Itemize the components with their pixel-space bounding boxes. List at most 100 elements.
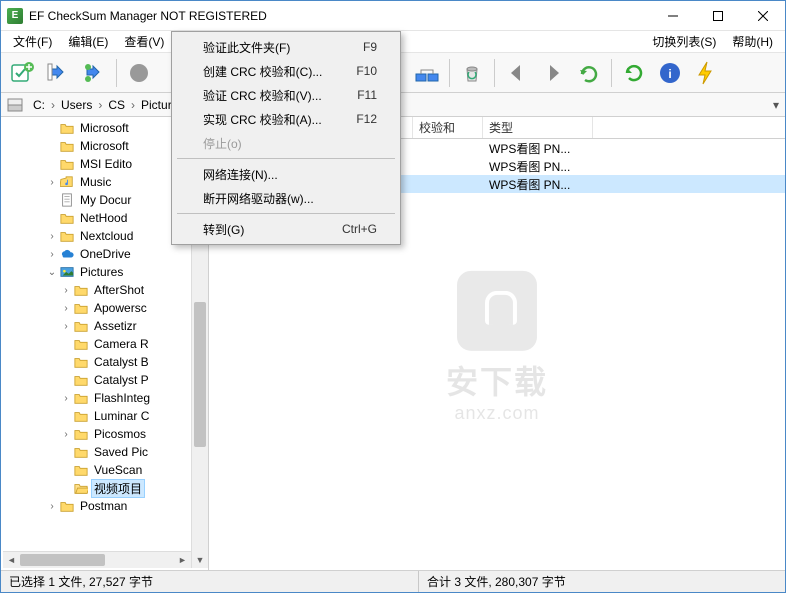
statusbar: 已选择 1 文件, 27,527 字节 合计 3 文件, 280,307 字节	[1, 570, 785, 592]
tree-item-label: MSI Edito	[77, 156, 135, 172]
tree-item[interactable]: ›Microsoft	[3, 137, 191, 155]
menu-item[interactable]: 帮助(H)	[724, 31, 781, 52]
close-button[interactable]	[740, 1, 785, 31]
folder-icon	[73, 282, 89, 298]
maximize-button[interactable]	[695, 1, 740, 31]
tree-item[interactable]: ›My Docur	[3, 191, 191, 209]
tree-item[interactable]: › Apowersc	[3, 299, 191, 317]
watermark: 安下载 anxz.com	[446, 270, 548, 423]
tree-item[interactable]: ›Luminar C	[3, 407, 191, 425]
tree-item[interactable]: ›Saved Pic	[3, 443, 191, 461]
pathbar-dropdown-icon[interactable]: ▾	[767, 98, 785, 112]
folder-open-icon	[73, 480, 89, 496]
tree-item[interactable]: ›Postman	[3, 497, 191, 515]
folder-icon	[73, 354, 89, 370]
folder-icon	[73, 336, 89, 352]
folder-icon	[73, 318, 89, 334]
breadcrumb-item[interactable]: Users	[57, 93, 96, 116]
tree-item[interactable]: ›Catalyst B	[3, 353, 191, 371]
app-icon: E	[7, 8, 23, 24]
chevron-right-icon[interactable]: ›	[59, 321, 73, 332]
chevron-right-icon[interactable]: ›	[45, 177, 59, 188]
tree-item[interactable]: ›视频项目	[3, 479, 191, 497]
back-button[interactable]	[500, 56, 534, 90]
column-header[interactable]: 类型	[483, 117, 593, 138]
breadcrumb-item[interactable]: C:	[29, 93, 49, 116]
tree-item[interactable]: ›NetHood	[3, 209, 191, 227]
folder-icon	[59, 498, 75, 514]
folder-icon	[73, 462, 89, 478]
status-left: 已选择 1 文件, 27,527 字节	[1, 571, 419, 592]
chevron-right-icon[interactable]: ›	[59, 429, 73, 440]
column-header[interactable]: 校验和	[413, 117, 483, 138]
menu-item[interactable]: 切换列表(S)	[644, 31, 724, 52]
tree-item[interactable]: ›FlashInteg	[3, 389, 191, 407]
dropdown-item[interactable]: 断开网络驱动器(w)...	[175, 186, 397, 210]
recycle-button[interactable]	[455, 56, 489, 90]
chevron-down-icon[interactable]: ⌄	[45, 267, 59, 278]
tree-item[interactable]: ›Nextcloud	[3, 227, 191, 245]
scroll-left-icon[interactable]: ◄	[3, 552, 20, 568]
tree-item[interactable]: ›VueScan	[3, 461, 191, 479]
status-right: 合计 3 文件, 280,307 字节	[419, 571, 785, 592]
chevron-right-icon[interactable]: ›	[59, 285, 73, 296]
verify-button-2[interactable]	[77, 56, 111, 90]
tree-item-label: Saved Pic	[91, 444, 151, 460]
chevron-right-icon[interactable]: ›	[45, 249, 59, 260]
tree-item-label: Music	[77, 174, 114, 190]
breadcrumb-item[interactable]: CS	[104, 93, 129, 116]
menu-item[interactable]: 文件(F)	[5, 31, 60, 52]
tree-scrollbar-h[interactable]: ◄ ►	[3, 551, 191, 568]
tree-item[interactable]: › Picosmos	[3, 425, 191, 443]
tree-item-label: 视频项目	[91, 479, 145, 498]
tree-item-label: Picosmos	[91, 426, 149, 442]
dropdown-item[interactable]: 转到(G)Ctrl+G	[175, 217, 397, 241]
table-cell: WPS看图 PN...	[483, 140, 593, 157]
info-button[interactable]: i	[653, 56, 687, 90]
chevron-right-icon[interactable]: ›	[45, 501, 59, 512]
dropdown-item[interactable]: 验证 CRC 校验和(V)...F11	[175, 83, 397, 107]
forward-button[interactable]	[536, 56, 570, 90]
new-checksum-button[interactable]	[5, 56, 39, 90]
menu-item[interactable]: 编辑(E)	[60, 31, 116, 52]
tree-item[interactable]: ›Assetizr	[3, 317, 191, 335]
tree-item-label: OneDrive	[77, 246, 134, 262]
chevron-right-icon[interactable]: ›	[59, 393, 73, 404]
drive-icon	[5, 95, 25, 115]
pictures-icon	[59, 264, 75, 280]
folder-icon	[73, 300, 89, 316]
chevron-right-icon: ›	[49, 98, 57, 112]
tree-item-label: NetHood	[77, 210, 130, 226]
chevron-right-icon[interactable]: ›	[59, 303, 73, 314]
refresh-button[interactable]	[617, 56, 651, 90]
verify-button-1[interactable]	[41, 56, 75, 90]
toolbar-separator	[611, 59, 612, 87]
tree-item[interactable]: ›Microsoft	[3, 119, 191, 137]
dropdown-item[interactable]: 验证此文件夹(F)F9	[175, 35, 397, 59]
tree-item-label: Apowersc	[91, 300, 150, 316]
scroll-right-icon[interactable]: ►	[174, 552, 191, 568]
music-icon	[59, 174, 75, 190]
undo-button[interactable]	[572, 56, 606, 90]
tree-item[interactable]: › OneDrive	[3, 245, 191, 263]
tree-item[interactable]: › Music	[3, 173, 191, 191]
folder-icon	[73, 426, 89, 442]
tree-item[interactable]: ›MSI Edito	[3, 155, 191, 173]
tree-item[interactable]: ›AfterShot	[3, 281, 191, 299]
record-button[interactable]	[122, 56, 156, 90]
menu-item[interactable]: 查看(V)	[116, 31, 172, 52]
table-cell: WPS看图 PN...	[483, 158, 593, 175]
minimize-button[interactable]	[650, 1, 695, 31]
scroll-down-icon[interactable]: ▼	[192, 551, 208, 568]
dropdown-item[interactable]: 实现 CRC 校验和(A)...F12	[175, 107, 397, 131]
tree-item[interactable]: ⌄Pictures	[3, 263, 191, 281]
dropdown-item[interactable]: 网络连接(N)...	[175, 162, 397, 186]
dropdown-item[interactable]: 创建 CRC 校验和(C)...F10	[175, 59, 397, 83]
tree-item[interactable]: ›Catalyst P	[3, 371, 191, 389]
folder-icon	[59, 156, 75, 172]
breadcrumb-item[interactable]: Pictur	[137, 93, 176, 116]
chevron-right-icon[interactable]: ›	[45, 231, 59, 242]
tree-item[interactable]: ›Camera R	[3, 335, 191, 353]
lightning-button[interactable]	[689, 56, 723, 90]
network-button[interactable]	[410, 56, 444, 90]
